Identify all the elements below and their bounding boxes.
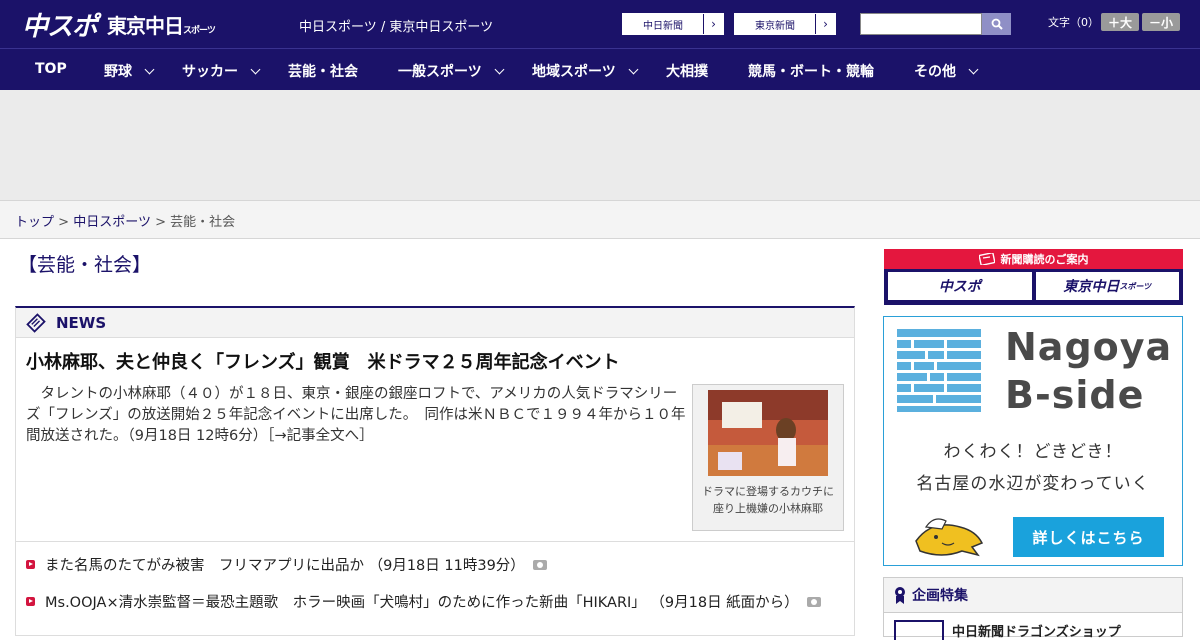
site-logo[interactable]: 中スポ 東京中日スポーツ <box>22 6 216 43</box>
breadcrumb-link-top[interactable]: トップ <box>15 215 54 230</box>
bside-subtitle-1: わくわく！どきどき！ <box>943 442 1123 462</box>
breadcrumb-separator: > <box>58 215 70 230</box>
ticket-icon <box>978 253 995 265</box>
divider <box>16 541 854 542</box>
news-panel: NEWS 小林麻耶、夫と仲良く「フレンズ」観賞 米ドラマ２５周年記念イベント タ… <box>15 306 855 636</box>
news-item-text[interactable]: また名馬のたてがみ被害 フリマアプリに出品か （9月18日 11時39分） <box>45 558 525 574</box>
play-bullet-icon <box>26 560 35 569</box>
nav-item-label: サッカー <box>182 64 238 80</box>
site-header: 中スポ 東京中日スポーツ 中日スポーツ / 東京中日スポーツ 中日新聞 › 東京… <box>0 0 1200 48</box>
bside-title: Nagoya B-side <box>1005 323 1172 419</box>
bside-details-button[interactable]: 詳しくはこちら <box>1013 517 1164 557</box>
feature-section: 企画特集 中日新聞ドラゴンズショップ <box>883 577 1183 640</box>
camera-icon <box>532 560 547 570</box>
breadcrumb: トップ > 中日スポーツ > 芸能・社会 <box>0 200 1200 239</box>
subscribe-chuspo-button[interactable]: 中スポ <box>888 272 1032 300</box>
bside-title-line1: Nagoya <box>1005 325 1173 369</box>
logo-tokyo-chunichi[interactable]: 東京中日スポーツ <box>107 10 216 39</box>
photo-illustration <box>708 390 828 476</box>
page-title: 【芸能・社会】 <box>18 254 152 276</box>
chunichi-shimbun-link[interactable]: 中日新聞 › <box>622 13 724 35</box>
play-bullet-icon <box>26 597 35 606</box>
subscribe-tokyo-chunichi-button[interactable]: 東京中日 スポーツ <box>1035 272 1179 300</box>
subscription-tiles: 中スポ 東京中日 スポーツ <box>884 269 1183 303</box>
logo-tokyo-chunichi-small: スポーツ <box>183 25 216 36</box>
nav-item-racing[interactable]: 競馬・ボート・競輪 <box>748 61 874 81</box>
brick-logo-icon <box>897 329 981 412</box>
fried-shrimp-mascot-icon <box>915 518 984 557</box>
nav-item-label: 大相撲 <box>666 64 708 80</box>
nav-item-soccer[interactable]: サッカー <box>182 61 261 81</box>
chevron-down-icon <box>144 64 155 74</box>
search-icon <box>991 18 1003 30</box>
tokyo-shimbun-link[interactable]: 東京新聞 › <box>734 13 836 35</box>
top-story-lead[interactable]: タレントの小林麻耶（４０）が１８日、東京・銀座の銀座ロフトで、アメリカの人気ドラ… <box>26 384 686 447</box>
feature-title: 企画特集 <box>912 588 968 604</box>
breadcrumb-link-chuspo[interactable]: 中日スポーツ <box>73 215 151 230</box>
bside-subtitle-2: 名古屋の水辺が変わっていく <box>916 474 1150 494</box>
subscribe-tile-small: スポーツ <box>1119 281 1152 291</box>
nav-item-general-sports[interactable]: 一般スポーツ <box>398 61 505 81</box>
nav-item-local-sports[interactable]: 地域スポーツ <box>532 61 639 81</box>
nav-item-label: 野球 <box>104 64 132 80</box>
nav-item-label: 一般スポーツ <box>398 64 482 80</box>
nav-item-other[interactable]: その他 <box>914 61 979 81</box>
feature-thumbnail <box>894 620 944 640</box>
news-list-item[interactable]: Ms.OOJA×清水崇監督＝最恐主題歌 ホラー映画「犬鳴村」のために作った新曲「… <box>26 593 841 614</box>
main-nav: TOP 野球 サッカー 芸能・社会 一般スポーツ 地域スポーツ 大相撲 競馬・ボ… <box>0 48 1200 90</box>
font-smaller-button[interactable]: －小 <box>1142 13 1180 31</box>
nav-item-sumo[interactable]: 大相撲 <box>666 61 708 81</box>
search-input[interactable] <box>860 13 982 35</box>
nav-item-entertainment[interactable]: 芸能・社会 <box>288 61 358 81</box>
photo-caption: ドラマに登場するカウチに座り上機嫌の小林麻耶 <box>702 485 834 515</box>
logo-chuspo[interactable]: 中スポ <box>22 6 98 43</box>
nav-item-label: その他 <box>914 64 956 80</box>
news-panel-header: NEWS <box>16 308 854 338</box>
camera-icon <box>806 597 821 607</box>
font-bigger-button[interactable]: ＋大 <box>1101 13 1139 31</box>
logo-tokyo-chunichi-text: 東京中日 <box>107 13 184 38</box>
font-size-label: 文字（0） <box>1048 16 1099 29</box>
nav-item-label: 地域スポーツ <box>532 64 616 80</box>
chevron-down-icon <box>250 64 261 74</box>
subscription-bar: 新聞購読のご案内 <box>884 249 1183 269</box>
chevron-right-icon: › <box>703 14 723 34</box>
news-item-text[interactable]: Ms.OOJA×清水崇監督＝最恐主題歌 ホラー映画「犬鳴村」のために作った新曲「… <box>45 595 799 611</box>
ribbon-icon <box>895 587 905 604</box>
ad-banner-area <box>0 90 1200 200</box>
chevron-down-icon <box>494 64 505 74</box>
nav-item-top[interactable]: TOP <box>35 61 67 77</box>
nav-item-label: 芸能・社会 <box>288 64 358 80</box>
feature-item[interactable]: 中日新聞ドラゴンズショップ <box>894 620 1121 640</box>
paper-link-label: 中日新聞 <box>643 20 683 32</box>
chevron-right-icon: › <box>815 14 835 34</box>
site-tagline: 中日スポーツ / 東京中日スポーツ <box>299 20 494 35</box>
chevron-down-icon <box>628 64 639 74</box>
subscribe-tile-label: 東京中日 <box>1063 279 1120 295</box>
subscription-banner[interactable]: 新聞購読のご案内 中スポ 東京中日 スポーツ <box>884 249 1183 305</box>
nav-item-label: TOP <box>35 61 67 77</box>
news-list-item[interactable]: また名馬のたてがみ被害 フリマアプリに出品か （9月18日 11時39分） <box>26 556 841 577</box>
feature-item-label: 中日新聞ドラゴンズショップ <box>952 624 1121 640</box>
bside-title-line2: B-side <box>1005 373 1145 417</box>
nav-item-label: 競馬・ボート・競輪 <box>748 64 874 80</box>
subscription-label: 新聞購読のご案内 <box>1000 253 1089 266</box>
nav-item-baseball[interactable]: 野球 <box>104 61 155 81</box>
top-story-headline[interactable]: 小林麻耶、夫と仲良く「フレンズ」観賞 米ドラマ２５周年記念イベント <box>26 348 620 374</box>
top-story-image[interactable] <box>708 390 828 476</box>
feature-header: 企画特集 <box>884 578 1182 613</box>
nagoya-bside-ad[interactable]: Nagoya B-side わくわく！どきどき！ 名古屋の水辺が変わっていく 詳… <box>883 316 1183 566</box>
top-story-photo[interactable]: ドラマに登場するカウチに座り上機嫌の小林麻耶 <box>692 384 844 531</box>
chevron-down-icon <box>968 64 979 74</box>
site-search <box>860 13 1011 35</box>
search-button[interactable] <box>982 13 1011 35</box>
paper-link-label: 東京新聞 <box>755 20 795 32</box>
breadcrumb-current: 芸能・社会 <box>170 215 236 230</box>
news-panel-title: NEWS <box>56 313 107 332</box>
breadcrumb-separator: > <box>155 215 166 230</box>
newspaper-icon <box>26 312 46 333</box>
